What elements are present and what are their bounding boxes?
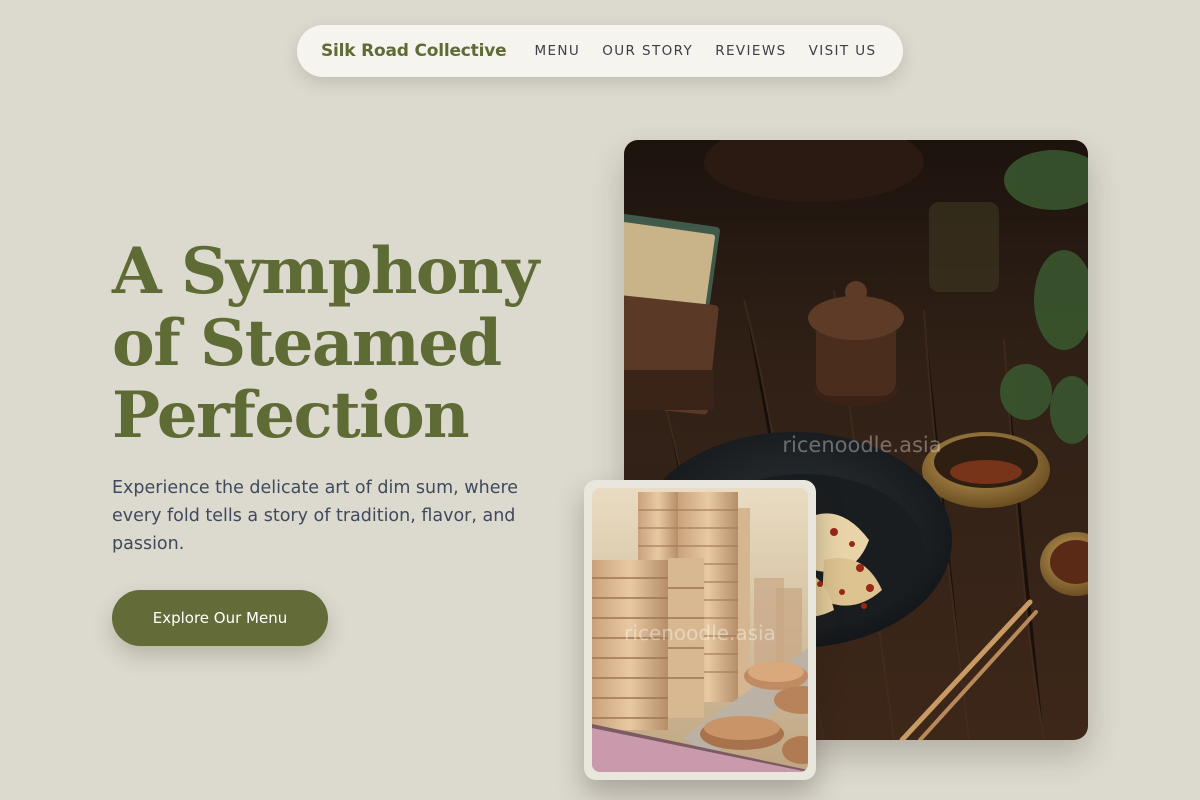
main-photo-watermark: ricenoodle.asia xyxy=(782,433,941,457)
nav-links: MENU OUR STORY REVIEWS VISIT US xyxy=(534,43,876,59)
hero-title-line-3: Perfection xyxy=(112,378,470,453)
hero-description: Experience the delicate art of dim sum, … xyxy=(112,478,519,554)
hero-title-line-2: of Steamed xyxy=(112,306,502,381)
hero-secondary-photo: ricenoodle.asia xyxy=(584,480,816,780)
brand-logo-link[interactable]: Silk Road Collective xyxy=(321,41,507,61)
secondary-photo-image: ricenoodle.asia xyxy=(592,488,808,772)
nav-link-our-story[interactable]: OUR STORY xyxy=(602,43,693,59)
nav-link-menu[interactable]: MENU xyxy=(534,43,580,59)
hero-title: A Symphony of Steamed Perfection xyxy=(112,236,592,452)
secondary-photo-watermark: ricenoodle.asia xyxy=(624,621,776,645)
nav-link-visit-us[interactable]: VISIT US xyxy=(809,43,877,59)
hero-title-line-1: A Symphony xyxy=(112,234,539,309)
nav-link-reviews[interactable]: REVIEWS xyxy=(715,43,786,59)
top-nav: Silk Road Collective MENU OUR STORY REVI… xyxy=(297,25,903,77)
page: Silk Road Collective MENU OUR STORY REVI… xyxy=(0,0,1200,800)
explore-menu-button[interactable]: Explore Our Menu xyxy=(112,590,328,646)
